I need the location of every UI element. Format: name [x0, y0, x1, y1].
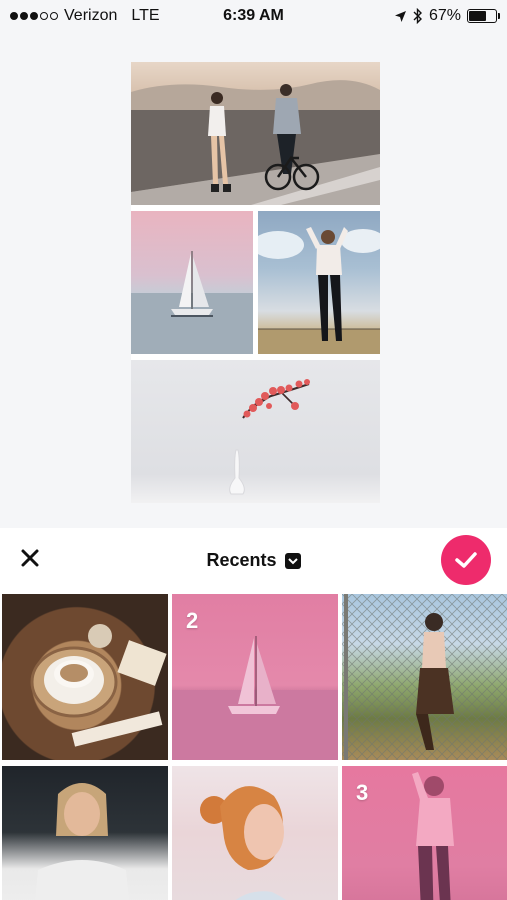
- photo-thumbnail-fence[interactable]: [342, 594, 507, 760]
- collage-photo-sailboat[interactable]: [131, 211, 253, 354]
- battery-icon: [467, 9, 500, 23]
- collage-photo-couple[interactable]: [131, 62, 380, 205]
- fence-photo-art: [342, 594, 507, 760]
- photo-selection-number: 2: [186, 608, 199, 633]
- album-selector[interactable]: Recents: [206, 550, 301, 571]
- carrier-name: Verizon: [64, 7, 118, 24]
- battery-level: [469, 11, 487, 21]
- photo-thumbnail-coffee[interactable]: [2, 594, 168, 760]
- vase-photo-art: [229, 379, 310, 495]
- photo-thumbnail-sailboat[interactable]: 2: [172, 594, 338, 760]
- status-left: Verizon LTE: [10, 7, 160, 25]
- confirm-button[interactable]: [441, 535, 491, 585]
- redhead-photo-art: [200, 786, 287, 900]
- collage-photo-girl-posing[interactable]: [258, 211, 380, 354]
- collage-layout: [131, 62, 380, 503]
- collage-photo-vase[interactable]: [131, 360, 380, 503]
- photo-thumbnail-redhead[interactable]: [172, 766, 338, 900]
- photo-thumbnail-blonde[interactable]: [2, 766, 168, 900]
- status-right: 67%: [394, 7, 500, 25]
- network-type: LTE: [131, 7, 160, 24]
- battery-percent: 67%: [428, 7, 461, 24]
- photo-grid: 2 3: [0, 594, 507, 900]
- picker-toolbar: Recents: [0, 528, 507, 593]
- checkmark-icon: [455, 552, 477, 568]
- close-icon: [21, 549, 39, 567]
- girl-posing-photo-art: [258, 227, 380, 354]
- close-button[interactable]: [14, 542, 46, 574]
- sailboat-photo-art: [131, 251, 253, 354]
- album-title: Recents: [206, 550, 277, 570]
- collage-preview-area: [0, 32, 507, 528]
- blonde-photo-art: [35, 783, 129, 900]
- photo-selection-number: 3: [356, 780, 369, 805]
- signal-strength-icon: [10, 12, 58, 20]
- coffee-photo-art: [30, 624, 167, 747]
- photo-thumbnail-pink-girl[interactable]: 3: [342, 766, 507, 900]
- location-arrow-icon: [394, 10, 406, 22]
- status-time: 6:39 AM: [223, 7, 284, 24]
- chevron-down-icon: [284, 552, 301, 569]
- bluetooth-icon: [413, 8, 422, 24]
- couple-photo-art: [131, 80, 380, 205]
- status-bar: Verizon LTE 6:39 AM 67%: [0, 0, 507, 32]
